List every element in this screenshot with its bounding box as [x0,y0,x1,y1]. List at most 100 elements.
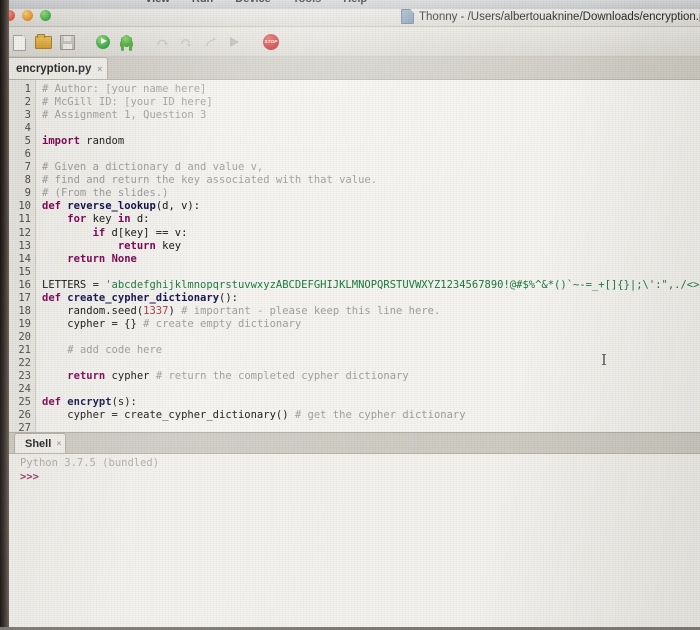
line-number-gutter: 1 2 3 4 5 6 7 8 9 10 11 12 13 14 15 16 17 18 19 20 21 22 23 24 2… [6,80,36,432]
line-number: 27 [18,422,31,432]
line-number: 24 [18,383,31,396]
code-line: # Given a dictionary d and value v, [42,161,264,174]
new-document-icon [13,34,26,51]
line-number: 11 [18,213,31,226]
code-editor[interactable]: 1 2 3 4 5 6 7 8 9 10 11 12 13 14 15 16 17 18 19 20 21 22 23 24 2… [6,80,700,432]
editor-tabstrip: encryption.py × [6,57,700,80]
line-number: 26 [18,409,31,422]
menu-item-device[interactable]: Device [235,0,270,5]
code-line: # add code here [67,343,163,356]
line-number: 2 [24,96,31,109]
menu-item-view[interactable]: View [145,0,170,5]
stop-button[interactable]: STOP [260,31,282,53]
shell-tab-label: Shell [25,437,52,450]
code-line: cypher = create_cypher_dictionary() # ge… [42,409,466,422]
code-line: if d[key] == v: [92,226,188,239]
line-number: 1 [24,83,31,95]
step-into-icon [180,36,193,48]
code-line: def create_cypher_dictionary(): [42,291,238,304]
menu-item-help[interactable]: Help [343,0,367,5]
code-line: # McGill ID: [your ID here] [42,96,213,109]
shell-tabstrip: Shell × [6,432,700,454]
shell-output[interactable]: Python 3.7.5 (bundled) >>> [6,454,700,630]
line-number: 19 [18,317,31,330]
shell-prompt: >>> [20,470,39,483]
menu-item-tools[interactable]: Tools [293,0,322,5]
code-line: return None [67,252,137,265]
code-line: # find and return the key associated wit… [42,174,378,187]
line-number: 3 [24,109,31,122]
resume-icon [230,36,239,47]
code-line: # Assignment 1, Question 3 [42,109,207,122]
window-controls [4,10,51,21]
code-line: cypher = {} # create empty dictionary [42,317,302,330]
shell-tab-close-icon[interactable]: × [57,439,62,448]
save-file-button[interactable] [56,31,78,53]
step-into-button [176,31,198,53]
os-menubar-items: View Run Device Tools Help [145,0,367,5]
desk-edge-left [0,0,9,630]
code-line: # Author: [your name here] [42,83,207,95]
python-file-icon [401,9,414,24]
tab-encryption-py[interactable]: encryption.py × [6,57,109,79]
zoom-button[interactable] [40,10,51,21]
step-out-icon [204,36,217,48]
os-menubar: View Run Device Tools Help [0,0,700,9]
line-number: 14 [18,252,31,265]
line-number: 18 [18,304,31,317]
tab-label: encryption.py [16,62,92,75]
line-number: 12 [18,226,31,239]
open-folder-icon [35,33,52,49]
line-number: 10 [18,200,31,213]
code-line: LETTERS = 'abcdefghijklmnopqrstuvwxyzABC… [42,278,700,291]
line-number: 25 [18,396,31,409]
line-number: 16 [18,278,31,291]
new-file-button[interactable] [8,31,30,53]
minimize-button[interactable] [22,10,33,21]
code-line: return key [117,239,182,252]
thonny-window: Thonny - /Users/albertouaknine/Downloads… [4,7,700,630]
step-over-button [152,31,174,53]
run-button[interactable] [92,31,114,53]
bug-icon [122,34,131,47]
open-file-button[interactable] [32,31,54,53]
line-number: 8 [24,174,31,187]
debug-button[interactable] [116,31,138,53]
floppy-disk-icon [60,34,75,50]
code-line: for key in d: [67,213,150,226]
line-number: 23 [18,370,31,383]
resume-button [224,31,246,53]
menu-item-run[interactable]: Run [192,0,213,5]
window-titlebar: Thonny - /Users/albertouaknine/Downloads… [4,7,700,27]
code-line: import random [42,135,125,148]
window-title: Thonny - /Users/albertouaknine/Downloads… [401,9,700,24]
line-number: 17 [18,291,31,304]
code-line: def encrypt(s): [42,396,137,409]
line-number: 9 [24,187,31,200]
window-title-text: Thonny - /Users/albertouaknine/Downloads… [419,10,700,23]
line-number: 4 [24,122,31,135]
line-number: 21 [18,343,31,356]
line-number: 7 [24,161,31,174]
line-number: 20 [18,330,31,343]
code-content[interactable]: # Author: [your name here] # McGill ID: [… [36,80,700,432]
line-number: 5 [24,135,31,148]
tab-shell[interactable]: Shell × [14,433,67,453]
step-over-icon [156,36,169,48]
tab-close-icon[interactable]: × [97,64,102,74]
code-line: return cypher # return the completed cyp… [67,370,409,383]
step-out-button [200,31,222,53]
line-number: 6 [24,148,31,161]
line-number: 22 [18,356,31,369]
main-toolbar: STOP [6,27,700,57]
code-line: # (From the slides.) [42,187,169,200]
code-line: random.seed(1337) # important - please k… [42,304,441,317]
code-line: def reverse_lookup(d, v): [42,200,201,213]
photographed-screen: View Run Device Tools Help Thonny - /Use… [0,0,700,630]
shell-version-line: Python 3.7.5 (bundled) [20,457,160,469]
play-circle-icon [96,34,110,49]
